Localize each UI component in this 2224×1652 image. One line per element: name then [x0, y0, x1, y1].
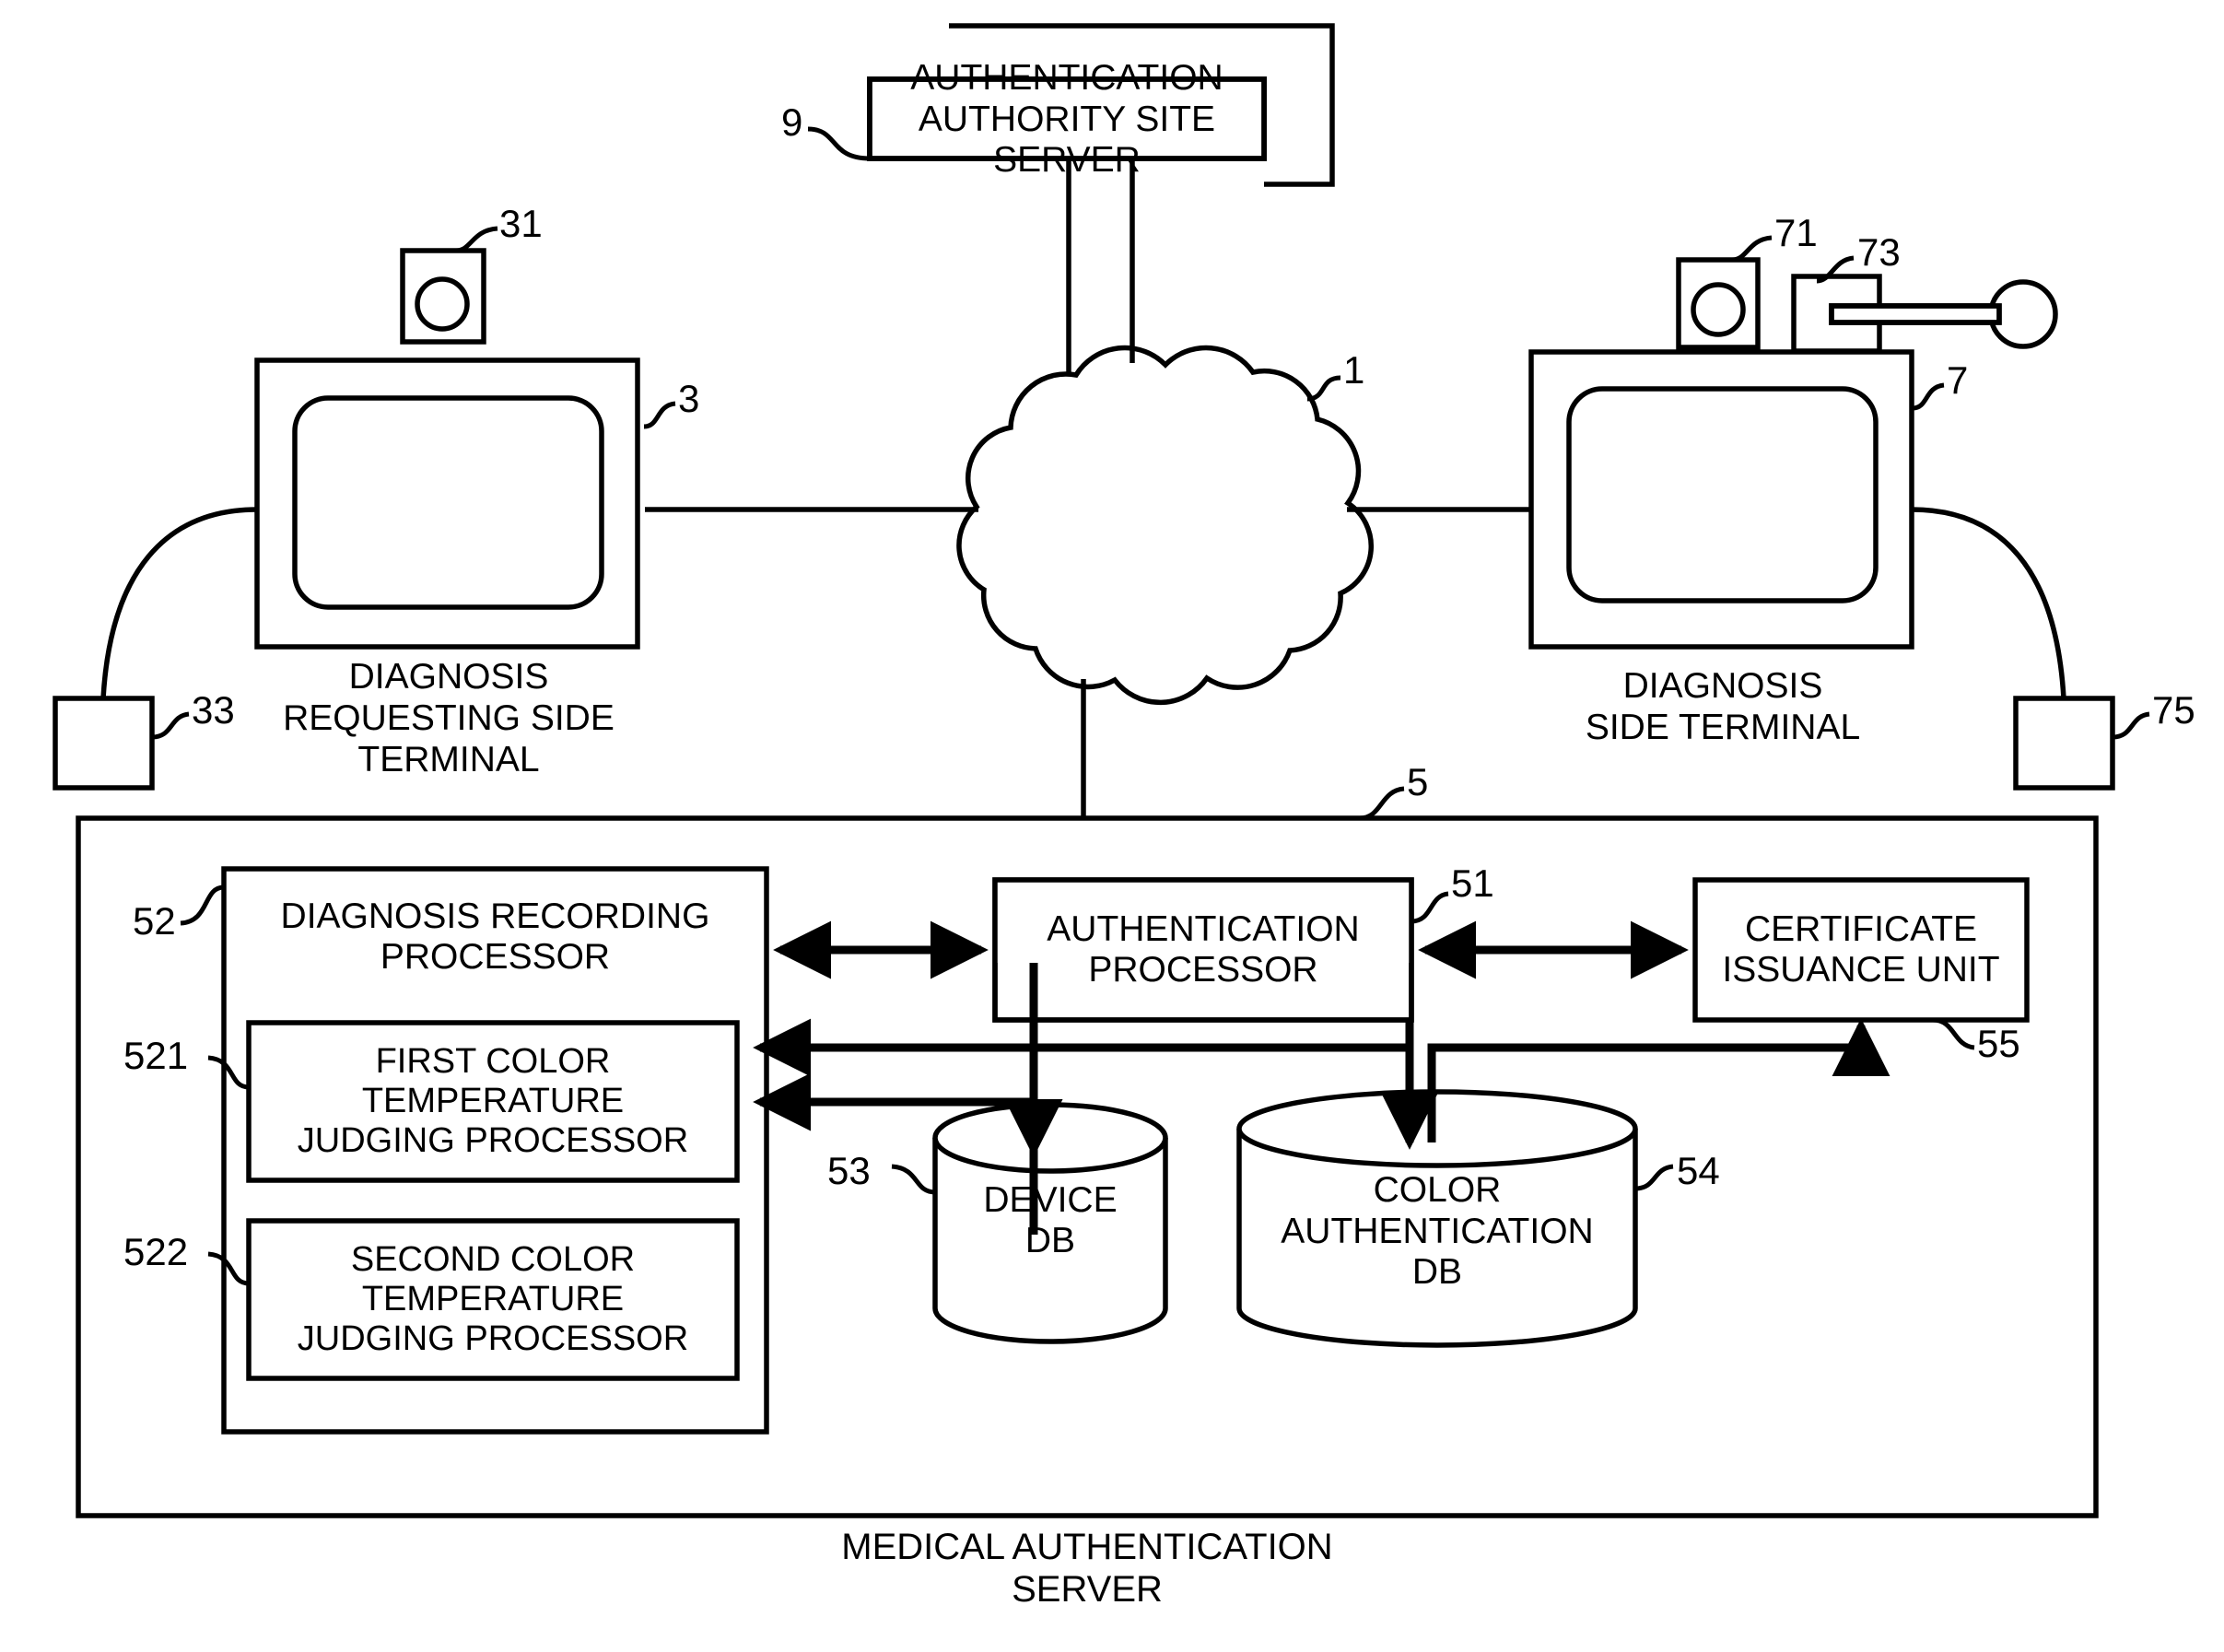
ref-71: 71 — [1774, 211, 1818, 254]
ref-5: 5 — [1407, 760, 1429, 803]
ref-leader-71 — [1731, 235, 1773, 263]
ref-leader-7 — [1912, 382, 1945, 411]
color-db-top — [1236, 1089, 1638, 1168]
diagnosis-peripheral-box — [2013, 696, 2115, 791]
ref-51: 51 — [1451, 861, 1494, 905]
ref-31: 31 — [499, 202, 543, 245]
device-db-label: DEVICE DB — [983, 1179, 1118, 1260]
certificate-issuance-unit-label: CERTIFICATE ISSUANCE UNIT — [1722, 908, 2000, 990]
requesting-peripheral-box — [53, 696, 155, 791]
diagnosis-recording-processor-label: DIAGNOSIS RECORDING PROCESSOR — [280, 896, 710, 977]
ref-9: 9 — [781, 100, 803, 144]
ref-75: 75 — [2152, 688, 2195, 732]
ref-521: 521 — [123, 1034, 189, 1077]
first-color-temp-processor-label: FIRST COLOR TEMPERATURE JUDGING PROCESSO… — [297, 1041, 689, 1161]
requesting-monitor-screen — [292, 395, 604, 610]
ref-leader-75 — [2112, 711, 2150, 740]
diagnosis-terminal-label: DIAGNOSIS SIDE TERMINAL — [1585, 666, 1861, 748]
ref-leader-9 — [807, 126, 871, 161]
ref-1: 1 — [1343, 348, 1365, 392]
ref-55: 55 — [1977, 1022, 2020, 1065]
requesting-terminal-label: DIAGNOSIS REQUESTING SIDE TERMINAL — [283, 657, 615, 780]
ref-53: 53 — [827, 1149, 871, 1192]
color-authentication-db-label: COLOR AUTHENTICATION DB — [1281, 1170, 1594, 1293]
ref-54: 54 — [1677, 1149, 1720, 1192]
diagnosis-monitor-screen — [1566, 386, 1879, 603]
ref-leader-5 — [1359, 786, 1405, 821]
authentication-processor-label: AUTHENTICATION PROCESSOR — [1047, 908, 1360, 990]
device-db-top — [932, 1102, 1168, 1174]
ref-leader-3 — [643, 401, 676, 429]
ref-522: 522 — [123, 1230, 189, 1273]
ref-73: 73 — [1857, 230, 1901, 274]
ref-leader-31 — [455, 226, 498, 253]
patent-figure: AUTHENTICATION AUTHORITY SITE SERVER 9 1… — [0, 0, 2224, 1652]
ref-7: 7 — [1947, 358, 1969, 402]
second-color-temp-processor-label: SECOND COLOR TEMPERATURE JUDGING PROCESS… — [297, 1239, 689, 1359]
auth-authority-server-label: AUTHENTICATION AUTHORITY SITE SERVER — [910, 58, 1223, 181]
ref-3: 3 — [678, 377, 700, 420]
ref-52: 52 — [133, 899, 176, 943]
figure-caption: MEDICAL AUTHENTICATION SERVER — [841, 1527, 1333, 1611]
